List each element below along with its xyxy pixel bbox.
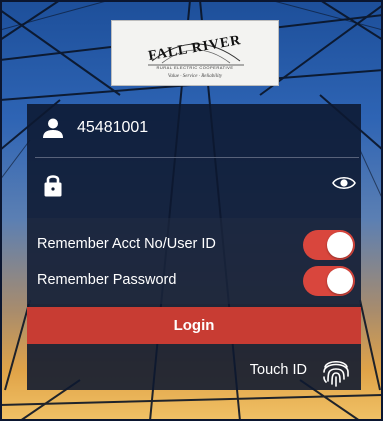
account-number-value[interactable]: 45481001 — [77, 119, 148, 137]
touch-id-label[interactable]: Touch ID — [250, 362, 307, 378]
toggle-knob — [327, 232, 353, 258]
remember-account-row: Remember Acct No/User ID — [27, 226, 361, 262]
toggle-knob — [327, 268, 353, 294]
remember-account-toggle[interactable] — [303, 230, 355, 260]
password-field[interactable] — [27, 160, 361, 208]
login-panel: 45481001 Remember Acct No/User ID Rememb… — [27, 104, 361, 390]
account-field[interactable]: 45481001 — [27, 104, 361, 158]
remember-password-label: Remember Password — [37, 272, 177, 288]
fall-river-logo: FALL RIVER RURAL ELECTRIC COOPERATIVE Va… — [111, 20, 279, 86]
logo-tagline: Value · Service · Reliability — [167, 74, 223, 79]
eye-icon[interactable] — [332, 174, 356, 192]
remember-password-toggle[interactable] — [303, 266, 355, 296]
remember-options: Remember Acct No/User ID Remember Passwo… — [27, 218, 361, 304]
logo-subtitle: RURAL ELECTRIC COOPERATIVE — [156, 65, 234, 70]
remember-password-row: Remember Password — [27, 262, 361, 298]
fingerprint-icon[interactable] — [319, 354, 353, 388]
field-divider — [35, 157, 359, 158]
login-button[interactable]: Login — [27, 307, 361, 344]
touch-id-row[interactable]: Touch ID — [27, 348, 361, 390]
lock-icon — [44, 175, 62, 197]
person-icon — [43, 118, 63, 138]
remember-account-label: Remember Acct No/User ID — [37, 236, 216, 252]
